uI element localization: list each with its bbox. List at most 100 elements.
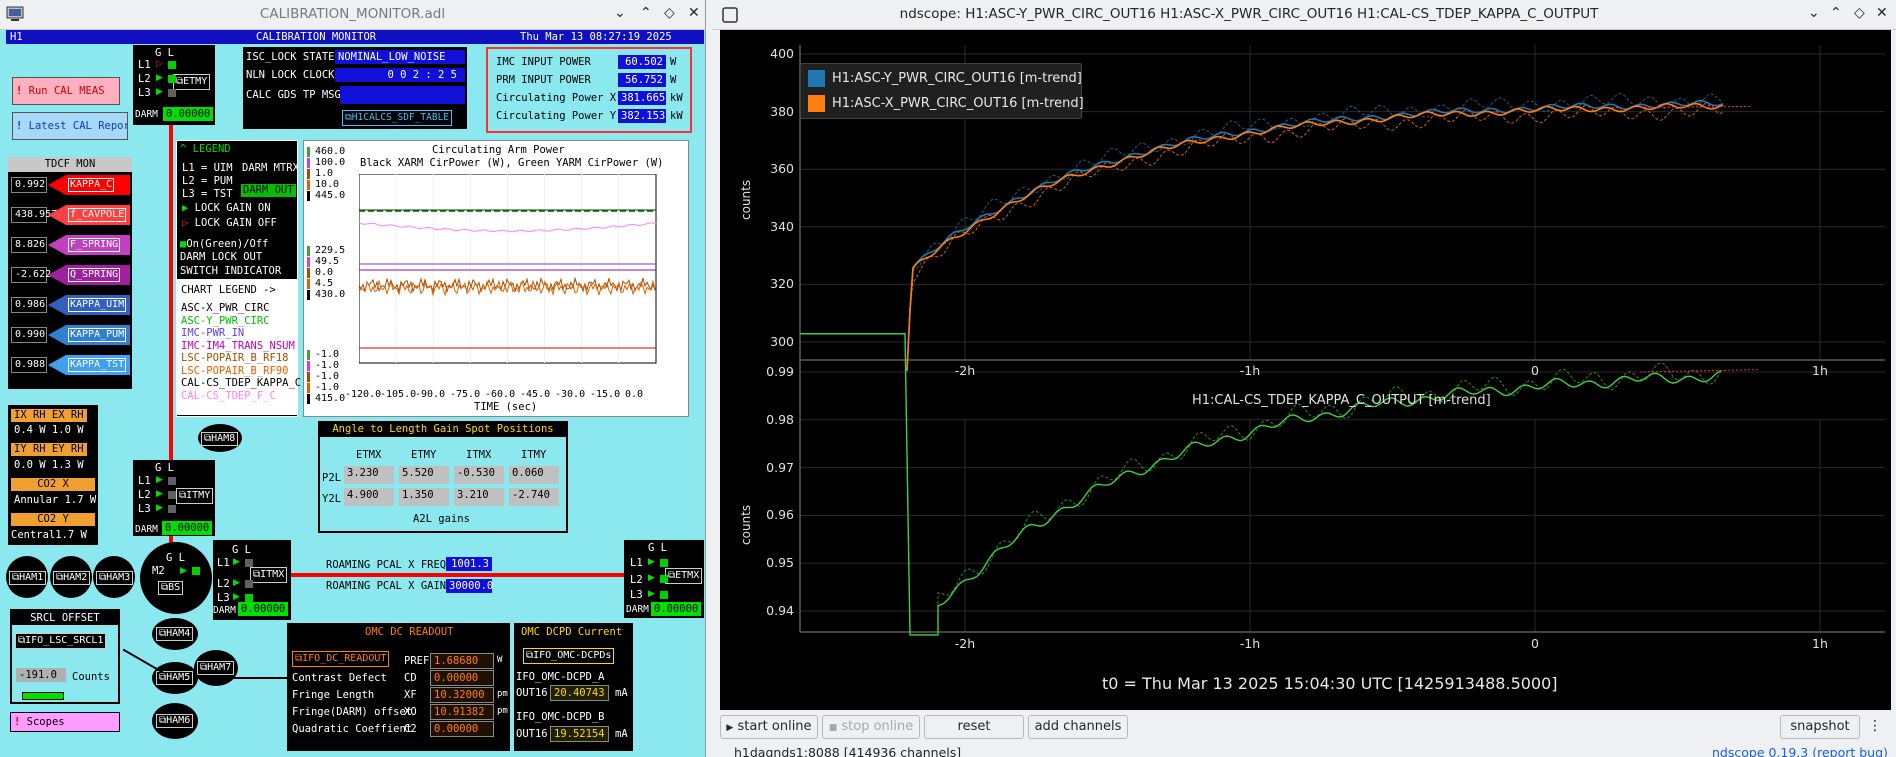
a2l-row-label: P2L: [322, 472, 341, 484]
a2l-value: 5.520: [399, 466, 449, 484]
ham2-button[interactable]: ⧉HAM2: [53, 571, 91, 585]
minimize-icon[interactable]: ⌄: [614, 5, 626, 21]
tdcf-button[interactable]: KAPPA_TST: [48, 355, 130, 375]
axis-color-swatch: [307, 180, 310, 190]
tdcf-button[interactable]: F_SPRING: [48, 235, 130, 255]
output-beam-line-2: [198, 677, 288, 679]
tdcf-button[interactable]: f_CAVPOLE: [48, 205, 130, 225]
omc-row-unit: pm: [497, 706, 508, 716]
bs-m2: M2: [152, 565, 165, 577]
itmx-button[interactable]: ⧉ITMX: [250, 567, 288, 583]
run-cal-button[interactable]: ! Run CAL MEAS: [12, 77, 120, 105]
omc-dc-button[interactable]: ⧉IFO_DC_READOUT: [292, 651, 390, 667]
plot2-ytick: 0.96: [766, 507, 794, 523]
tdcf-button[interactable]: KAPPA_PUM: [48, 325, 130, 345]
itmy-gl: G L: [155, 462, 174, 474]
snapshot-button[interactable]: snapshot: [1780, 715, 1860, 739]
ndscope-plots[interactable]: counts counts: [720, 30, 1891, 710]
tdcf-label: F_SPRING: [68, 238, 121, 252]
axis-color-swatch: [307, 361, 310, 371]
right-minimize-icon[interactable]: ⌄: [1808, 5, 1820, 21]
etmx-gl: G L: [648, 542, 667, 554]
omc-row-value: 10.32000: [430, 687, 494, 703]
ham8-button[interactable]: ⧉HAM8: [201, 432, 239, 446]
plot1-xtick: -1h: [1239, 363, 1261, 378]
legend-entry: H1:ASC-Y_PWR_CIRC_OUT16 [m-trend]: [832, 71, 1082, 86]
dcpd-button[interactable]: ⧉IFO_OMC-DCPDs: [523, 648, 615, 664]
version-link[interactable]: ndscope 0.19.3 (report bug): [1712, 745, 1888, 757]
plot1-xtick: 1h: [1812, 363, 1828, 378]
bs-m2-square: [192, 567, 200, 575]
legend-darm-lock: DARM LOCK OUT: [180, 251, 263, 263]
ham4-button[interactable]: ⧉HAM4: [156, 627, 194, 641]
power-label: Circulating Power X: [496, 92, 617, 104]
srcl-bar: [22, 692, 64, 700]
omc-row-label: Fringe Length: [292, 689, 375, 701]
site-label: H1: [10, 31, 23, 43]
tdcf-button[interactable]: KAPPA_C: [48, 175, 130, 195]
dcpd-b-tag: OUT16: [516, 728, 548, 740]
plot1-ytick: 300: [770, 334, 794, 349]
right-shade-icon[interactable]: ⌃: [1830, 5, 1842, 21]
legend-title: ^ LEGEND: [180, 143, 231, 155]
etmy-button[interactable]: ⧉ETMY: [173, 74, 211, 90]
strip-chart-title: Circulating Arm Power: [432, 144, 565, 156]
srcl-button[interactable]: ⧉IFO_LSC_SRCL1: [15, 633, 107, 649]
ham6-button[interactable]: ⧉HAM6: [156, 714, 194, 728]
shade-icon[interactable]: ⌃: [640, 5, 652, 21]
chart-xtick: -120.0: [345, 389, 382, 400]
axis-color-swatch: [307, 257, 310, 267]
sdf-table-button[interactable]: ⧉H1CALCS_SDF_TABLE: [342, 110, 453, 126]
ham1-button[interactable]: ⧉HAM1: [9, 571, 47, 585]
plot2-xtick: -2h: [954, 636, 976, 651]
reset-button[interactable]: reset: [924, 715, 1024, 739]
plot2-ytick: 0.99: [766, 364, 794, 379]
tdcf-label: KAPPA_C: [68, 178, 115, 192]
axis-color-swatch: [307, 290, 310, 300]
bs-button[interactable]: ⧉BS: [158, 581, 184, 595]
a2l-value: 0.060: [509, 466, 559, 484]
chart-axis-label: 460.0: [315, 146, 346, 157]
ham3-button[interactable]: ⧉HAM3: [96, 571, 134, 585]
chart-axis-label: 430.0: [315, 289, 346, 300]
tdcf-button[interactable]: KAPPA_UIM: [48, 295, 130, 315]
left-titlebar[interactable]: CALIBRATION_MONITOR.adl ⌄ ⌃ ◇ ✕: [0, 0, 705, 30]
right-window-title: ndscope: H1:ASC-Y_PWR_CIRC_OUT16 H1:ASC-…: [899, 6, 1599, 22]
power-value: 381.665: [618, 91, 666, 105]
axis-color-swatch: [307, 191, 310, 201]
close-icon[interactable]: ✕: [688, 5, 700, 21]
tdcf-button[interactable]: Q_SPRING: [48, 265, 130, 285]
tdcf-value: 0.990: [11, 327, 47, 343]
itmy-button[interactable]: ⧉ITMY: [176, 488, 214, 504]
lock-gain-indicator: ▷: [156, 59, 163, 69]
plot2-xtick: -1h: [1239, 636, 1261, 651]
right-titlebar[interactable]: ndscope: H1:ASC-Y_PWR_CIRC_OUT16 H1:ASC-…: [712, 0, 1896, 30]
ham7-button[interactable]: ⧉HAM7: [197, 661, 235, 675]
add-channels-button[interactable]: add channels: [1028, 715, 1128, 739]
pcal-freq-value: 1001.3: [446, 557, 492, 571]
omc-row-tag: PREF: [404, 655, 430, 667]
scopes-button[interactable]: ! Scopes: [10, 712, 120, 732]
latest-cal-button[interactable]: ! Latest CAL Report: [12, 112, 128, 140]
right-close-icon[interactable]: ✕: [1876, 5, 1888, 21]
etmx-button[interactable]: ⧉ETMX: [665, 568, 703, 584]
chart-axis-label: -1.0: [315, 382, 340, 393]
omc-title: OMC DC READOUT: [365, 626, 454, 638]
gds-msg-label: CALC GDS TP MSG: [246, 89, 341, 101]
plot2-ytick: 0.95: [766, 555, 794, 571]
plot2-ytick: 0.97: [766, 459, 794, 475]
tdcf-value: 0.992: [11, 177, 47, 193]
plot1-ytick: 340: [770, 218, 794, 234]
start-online-button[interactable]: ▶ start online: [720, 715, 818, 739]
right-maximize-icon[interactable]: ◇: [1854, 5, 1865, 21]
stop-online-button[interactable]: ■ stop online: [822, 715, 920, 739]
beam-x-arm: [270, 573, 630, 577]
switch-indicator: [168, 75, 176, 83]
menu-icon[interactable]: ⋮: [1868, 718, 1882, 734]
chart-axis-label: 10.0: [315, 179, 340, 190]
dcpd-a-value: 20.40743: [550, 685, 609, 701]
iy-rh-label: IY RH EY RH: [11, 443, 87, 456]
a2l-footer: A2L gains: [413, 513, 470, 525]
maximize-icon[interactable]: ◇: [664, 5, 675, 21]
switch-indicator: [660, 559, 668, 567]
